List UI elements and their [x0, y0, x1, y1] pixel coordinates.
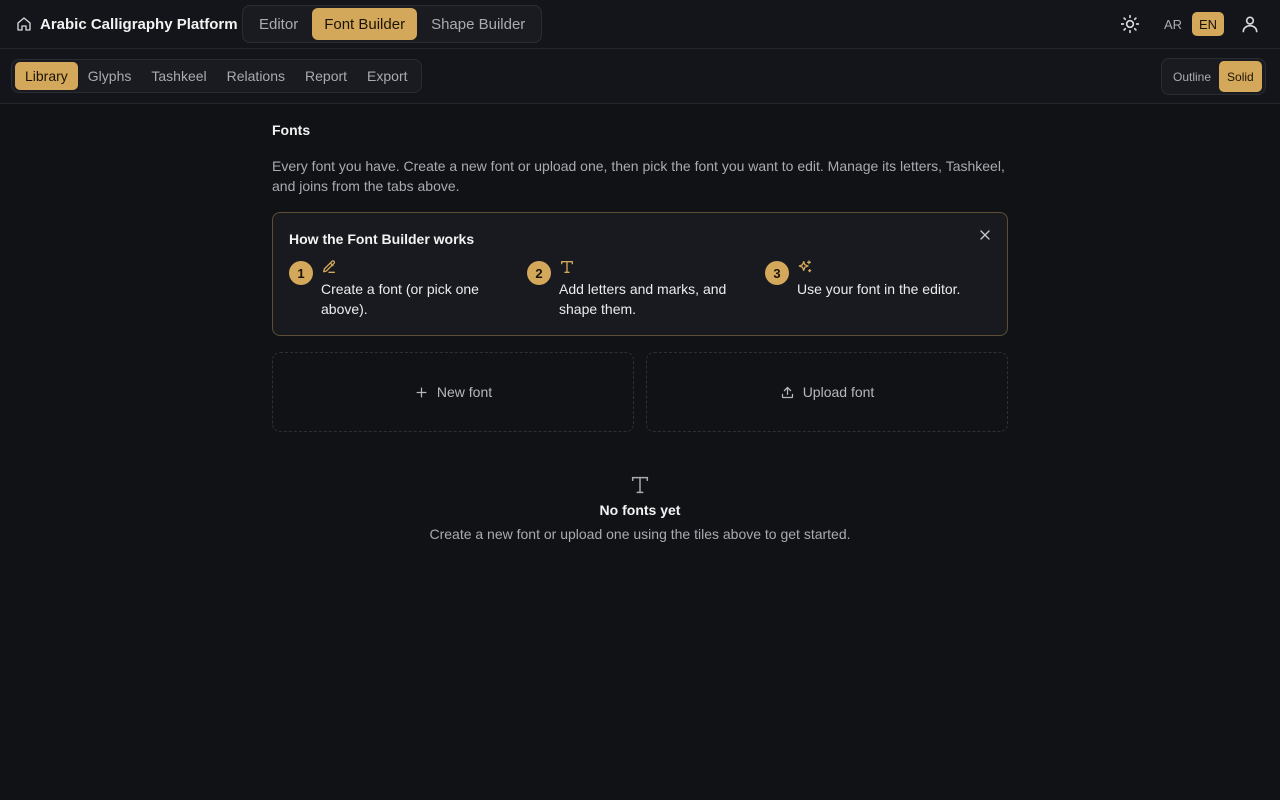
language-en-button[interactable]: EN [1192, 12, 1224, 36]
sun-icon[interactable] [1120, 14, 1140, 34]
tab-report[interactable]: Report [295, 62, 357, 90]
step-text: Use your font in the editor. [797, 281, 961, 297]
step-text: Create a font (or pick one above). [321, 281, 479, 317]
type-icon [631, 476, 649, 494]
empty-state-text: Create a new font or upload one using th… [429, 526, 851, 542]
tab-shape-builder[interactable]: Shape Builder [419, 8, 537, 40]
main-tabs: Editor Font Builder Shape Builder [242, 5, 543, 43]
step-number: 1 [289, 261, 313, 285]
type-icon [561, 261, 573, 273]
close-icon[interactable] [977, 227, 993, 243]
home-link[interactable]: Arabic Calligraphy Platform [16, 14, 238, 34]
home-icon [17, 17, 31, 31]
tab-export[interactable]: Export [357, 62, 417, 90]
tab-font-builder[interactable]: Font Builder [312, 8, 418, 40]
howto-panel: How the Font Builder works 1 Create a fo… [272, 212, 1008, 336]
user-icon[interactable] [1240, 14, 1260, 34]
language-ar-button[interactable]: AR [1157, 12, 1189, 36]
top-bar: Arabic Calligraphy Platform Editor Font … [0, 0, 1280, 49]
step-text: Add letters and marks, and shape them. [559, 281, 727, 317]
tab-editor[interactable]: Editor [247, 8, 310, 40]
app-title: Arabic Calligraphy Platform [40, 15, 238, 33]
empty-state-title: No fonts yet [599, 502, 681, 518]
tab-library[interactable]: Library [15, 62, 78, 90]
howto-title: How the Font Builder works [289, 231, 475, 247]
sub-bar: Library Glyphs Tashkeel Relations Report… [0, 49, 1280, 104]
step-number: 3 [765, 261, 789, 285]
upload-font-label: Upload font [802, 384, 875, 400]
sparkles-icon [798, 260, 812, 273]
font-builder-tabs: Library Glyphs Tashkeel Relations Report… [11, 59, 422, 93]
style-outline-button[interactable]: Outline [1165, 61, 1219, 92]
pencil-icon [323, 260, 336, 273]
page-description: Every font you have. Create a new font o… [272, 158, 1005, 194]
upload-font-tile[interactable]: Upload font [646, 352, 1008, 432]
new-font-tile[interactable]: New font [272, 352, 634, 432]
plus-icon [416, 387, 427, 397]
tab-relations[interactable]: Relations [217, 62, 295, 90]
tab-glyphs[interactable]: Glyphs [78, 62, 142, 90]
style-toggle: Outline Solid [1161, 58, 1266, 95]
upload-icon [781, 386, 793, 398]
style-solid-button[interactable]: Solid [1219, 61, 1262, 92]
new-font-label: New font [436, 384, 493, 400]
tab-tashkeel[interactable]: Tashkeel [141, 62, 216, 90]
page-title: Fonts [272, 122, 311, 138]
step-number: 2 [527, 261, 551, 285]
